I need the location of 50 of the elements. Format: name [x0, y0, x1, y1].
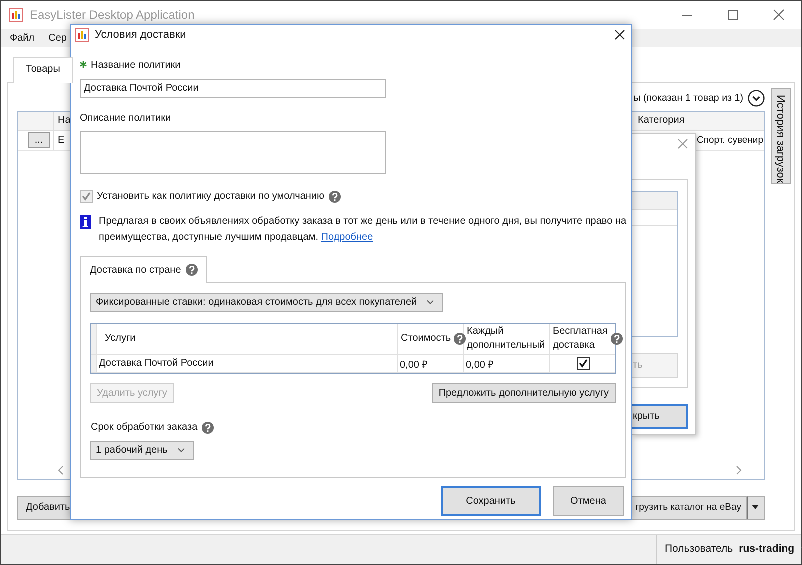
upload-button[interactable]: грузить каталог на eBay: [630, 496, 746, 520]
caret-icon: [427, 300, 434, 304]
user-name: rus-trading: [739, 543, 795, 556]
table-cell: 0,00 ₽: [398, 355, 464, 372]
caret-icon: [178, 448, 185, 452]
checkbox[interactable]: [577, 357, 590, 370]
add-service-button[interactable]: Предложить дополнительную услугу: [432, 383, 616, 403]
field-label: Описание политики: [80, 113, 172, 124]
side-tab[interactable]: История загрузок: [770, 88, 790, 184]
app-logo-icon: [9, 8, 23, 22]
dialog-button[interactable]: Сохранить: [441, 486, 541, 516]
menu-item[interactable]: Сер: [46, 32, 70, 44]
table-cell: Спорт. сувенир: [697, 134, 764, 146]
more-button[interactable]: ...: [28, 132, 50, 148]
close-icon[interactable]: [615, 30, 625, 40]
window-title: EasyLister Desktop Application: [30, 8, 195, 22]
tab[interactable]: Товары: [13, 56, 74, 83]
column-header: Бесплатная доставка: [553, 325, 608, 353]
result-count: ы (показан 1 товар из 1): [634, 93, 744, 104]
scroll-left-icon[interactable]: [58, 466, 64, 476]
dialog-title: Условия доставки: [95, 29, 186, 41]
input-field[interactable]: Доставка Почтой России: [80, 79, 386, 98]
table-header-row: [632, 192, 677, 210]
scroll-right-icon[interactable]: [736, 466, 742, 476]
tab[interactable]: Доставка по стране: [80, 256, 208, 283]
user-label: Пользователь: [665, 543, 734, 556]
caret-icon: [752, 505, 759, 510]
handling-dropdown[interactable]: 1 рабочий день: [90, 441, 194, 460]
table-cell: 0,00 ₽: [464, 355, 550, 372]
dialog-button[interactable]: Отмена: [553, 486, 624, 516]
info-icon: [80, 215, 91, 229]
checkbox-label: Установить как политику доставки по умолчанию: [97, 191, 325, 202]
dialog-button[interactable]: крыть: [632, 404, 688, 429]
field-label: Срок обработки заказа: [91, 422, 198, 433]
column-header: Категория: [637, 114, 686, 128]
info-text: Предлагая в своих объявлениях обработку заказа в тот же день или в течение одного дня, вы получите право на преимущества, доступные лучшим продавцам. Подробнее: [99, 215, 628, 245]
table-cell: Доставка Почтой России: [97, 355, 398, 372]
chevron-down-circle-icon[interactable]: [748, 90, 764, 108]
field-label: Название политики: [91, 60, 181, 71]
app-logo-icon: [75, 28, 89, 42]
rate-dropdown[interactable]: Фиксированные ставки: одинаковая стоимость для всех покупателей: [90, 293, 444, 312]
column-header: Услуги: [105, 332, 136, 346]
more-link[interactable]: Подробнее: [321, 232, 374, 243]
user-menu[interactable]: Пользователь rus-trading: [656, 534, 801, 564]
input-field[interactable]: [80, 131, 386, 174]
dropdown-button[interactable]: [746, 496, 764, 520]
column-header: Стоимость: [401, 332, 452, 346]
menu-item[interactable]: Файл: [7, 32, 38, 44]
maximize-icon[interactable]: [727, 9, 739, 22]
column-header: Каждый дополнительный: [467, 325, 546, 353]
